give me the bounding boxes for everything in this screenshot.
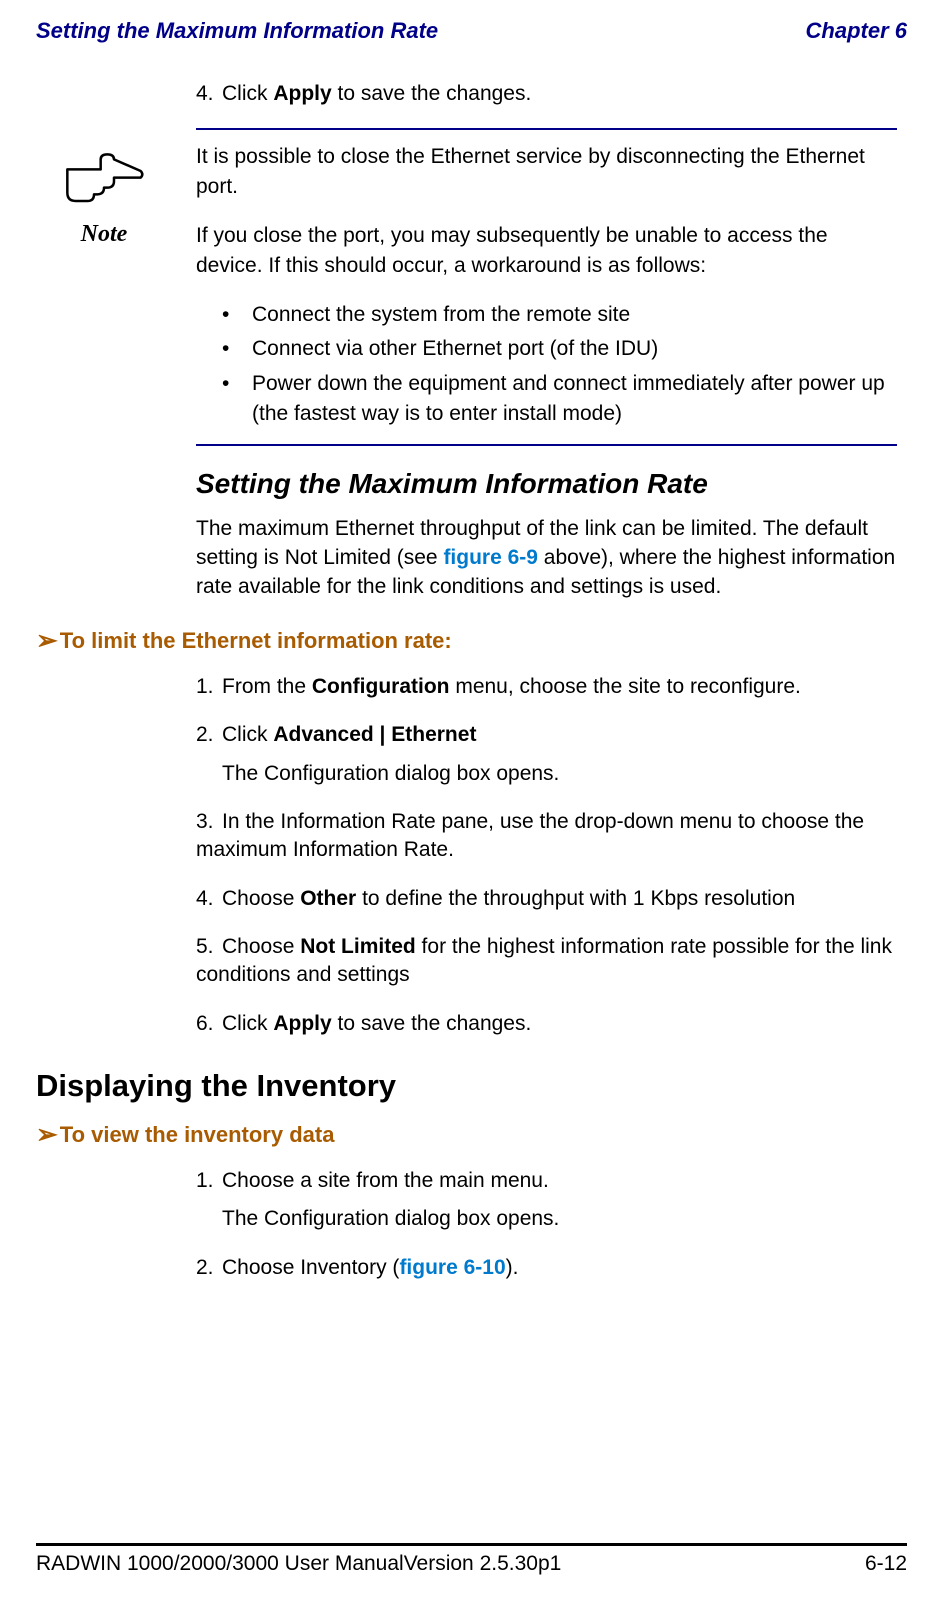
figure-link[interactable]: figure 6-10: [399, 1256, 505, 1279]
step-pre: Choose: [222, 887, 300, 910]
proc2-step1: 1.Choose a site from the main menu. The …: [196, 1167, 897, 1234]
step-text-pre: Click: [222, 82, 273, 105]
step-post: ).: [506, 1256, 519, 1279]
step-bold: Not Limited: [300, 935, 416, 958]
note-top-rule: [196, 128, 897, 130]
step-text: In the Information Rate pane, use the dr…: [196, 810, 864, 861]
step-bold: Apply: [273, 82, 331, 105]
proc1-step2: 2.Click Advanced | Ethernet The Configur…: [196, 721, 897, 788]
step-pre: Choose Inventory (: [222, 1256, 399, 1279]
proc2-heading-text: To view the inventory data: [60, 1122, 335, 1147]
h1-displaying-inventory: Displaying the Inventory: [36, 1068, 907, 1104]
footer-left: RADWIN 1000/2000/3000 User ManualVersion…: [36, 1552, 561, 1576]
figure-link[interactable]: figure 6-9: [443, 546, 538, 569]
step-number: 6.: [196, 1010, 222, 1038]
step-sub: The Configuration dialog box opens.: [196, 760, 897, 788]
note-bottom-rule: [196, 444, 897, 446]
step-number: 5.: [196, 933, 222, 961]
note-p2: If you close the port, you may subsequen…: [196, 221, 897, 280]
step-text-post: to save the changes.: [332, 82, 532, 105]
step-post: to save the changes.: [332, 1012, 532, 1035]
step-post: to define the throughput with 1 Kbps res…: [356, 887, 795, 910]
header-right: Chapter 6: [806, 18, 907, 44]
header-left: Setting the Maximum Information Rate: [36, 18, 438, 44]
note-bullet: Connect via other Ethernet port (of the …: [196, 334, 897, 364]
step-pre: Click: [222, 1012, 273, 1035]
intro-step: 4.Click Apply to save the changes.: [196, 80, 897, 108]
note-p1: It is possible to close the Ethernet ser…: [196, 142, 897, 201]
step-bold: Advanced | Ethernet: [273, 723, 476, 746]
step-number: 4.: [196, 885, 222, 913]
step-sub: The Configuration dialog box opens.: [196, 1205, 897, 1233]
chevron-icon: ➢: [36, 625, 58, 655]
proc2-heading: ➢To view the inventory data: [36, 1118, 907, 1149]
proc1-step6: 6.Click Apply to save the changes.: [196, 1010, 897, 1038]
proc1-step5: 5.Choose Not Limited for the highest inf…: [196, 933, 897, 990]
step-bold: Other: [300, 887, 356, 910]
step-pre: Click: [222, 723, 273, 746]
proc2-step2: 2.Choose Inventory (figure 6-10).: [196, 1254, 897, 1282]
step-text: Choose a site from the main menu.: [222, 1169, 549, 1192]
step-bold: Configuration: [312, 675, 450, 698]
step-bold: Apply: [273, 1012, 331, 1035]
proc1-step3: 3.In the Information Rate pane, use the …: [196, 808, 897, 865]
pointing-hand-icon: [62, 146, 146, 206]
step-number: 1.: [196, 1167, 222, 1195]
note-icon-wrap: Note: [44, 146, 164, 248]
step-number: 3.: [196, 808, 222, 836]
footer-rule: [36, 1543, 907, 1546]
section1-title: Setting the Maximum Information Rate: [196, 468, 897, 500]
step-pre: From the: [222, 675, 312, 698]
note-bullet: Connect the system from the remote site: [196, 300, 897, 330]
step-number: 1.: [196, 673, 222, 701]
chevron-icon: ➢: [36, 1119, 58, 1149]
step-post: menu, choose the site to reconfigure.: [450, 675, 801, 698]
note-bullet: Power down the equipment and connect imm…: [196, 369, 897, 430]
footer-right: 6-12: [865, 1552, 907, 1576]
step-pre: Choose: [222, 935, 300, 958]
proc1-step1: 1.From the Configuration menu, choose th…: [196, 673, 897, 701]
proc1-heading-text: To limit the Ethernet information rate:: [60, 628, 452, 653]
section1-para: The maximum Ethernet throughput of the l…: [196, 514, 897, 602]
note-label: Note: [44, 221, 164, 248]
proc1-step4: 4.Choose Other to define the throughput …: [196, 885, 897, 913]
step-number: 4.: [196, 80, 222, 108]
note-block: Note It is possible to close the Etherne…: [196, 142, 897, 429]
step-number: 2.: [196, 721, 222, 749]
proc1-heading: ➢To limit the Ethernet information rate:: [36, 624, 907, 655]
step-number: 2.: [196, 1254, 222, 1282]
footer: RADWIN 1000/2000/3000 User ManualVersion…: [36, 1543, 907, 1576]
